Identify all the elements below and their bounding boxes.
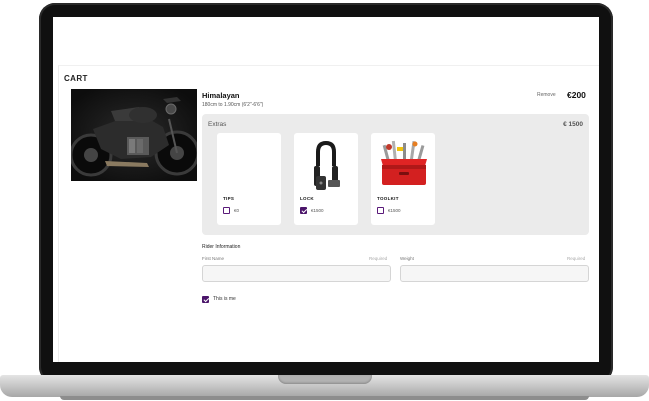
- extra-checkbox-toolkit[interactable]: [377, 207, 384, 214]
- first-name-label: First Name: [202, 256, 225, 261]
- product-price: €200: [567, 90, 586, 100]
- u-lock-icon: [314, 140, 340, 190]
- extra-name: TOOLKIT: [377, 196, 399, 201]
- weight-field[interactable]: [400, 265, 589, 282]
- extra-name: LOCK: [300, 196, 314, 201]
- extra-card-lock[interactable]: LOCK €1500: [294, 133, 358, 225]
- laptop-notch: [278, 375, 372, 384]
- rider-info-title: Rider Information: [202, 244, 241, 250]
- extras-label: Extras: [208, 121, 227, 128]
- extra-price: €0: [234, 208, 240, 213]
- extra-checkbox-lock[interactable]: [300, 207, 307, 214]
- cart-title: CART: [64, 74, 88, 83]
- extra-price: €1500: [388, 208, 401, 213]
- product-size: 180cm to 1.90cm (6'2"-6'6"): [202, 102, 264, 108]
- extra-checkbox-tips[interactable]: [223, 207, 230, 214]
- extra-card-toolkit[interactable]: TOOLKIT €1500: [371, 133, 435, 225]
- first-name-field[interactable]: [202, 265, 391, 282]
- product-name: Himalayan: [202, 91, 240, 100]
- motorcycle-photo: [71, 89, 197, 181]
- extra-price: €1500: [311, 208, 324, 213]
- laptop-screen: CART Himalayan 180cm to 1.90cm (6'2"-6'6…: [53, 17, 599, 362]
- extra-name: TIPS: [223, 196, 235, 201]
- weight-label: Weight: [400, 256, 414, 261]
- product-image: [71, 89, 197, 181]
- extras-panel: Extras € 1500 TIPS €0 LOCK €1500 TOOLKIT…: [202, 114, 589, 235]
- extra-card-tips[interactable]: TIPS €0: [217, 133, 281, 225]
- app-header-area: [53, 17, 599, 65]
- laptop-base-shadow: [60, 396, 589, 400]
- this-is-me-label[interactable]: This is me: [213, 296, 236, 303]
- extras-total: € 1500: [563, 121, 583, 128]
- weight-required: Required: [567, 256, 586, 261]
- this-is-me-checkbox[interactable]: [202, 296, 209, 303]
- first-name-required: Required: [369, 256, 388, 261]
- toolbox-icon: [381, 140, 427, 185]
- remove-button[interactable]: Remove: [537, 92, 556, 98]
